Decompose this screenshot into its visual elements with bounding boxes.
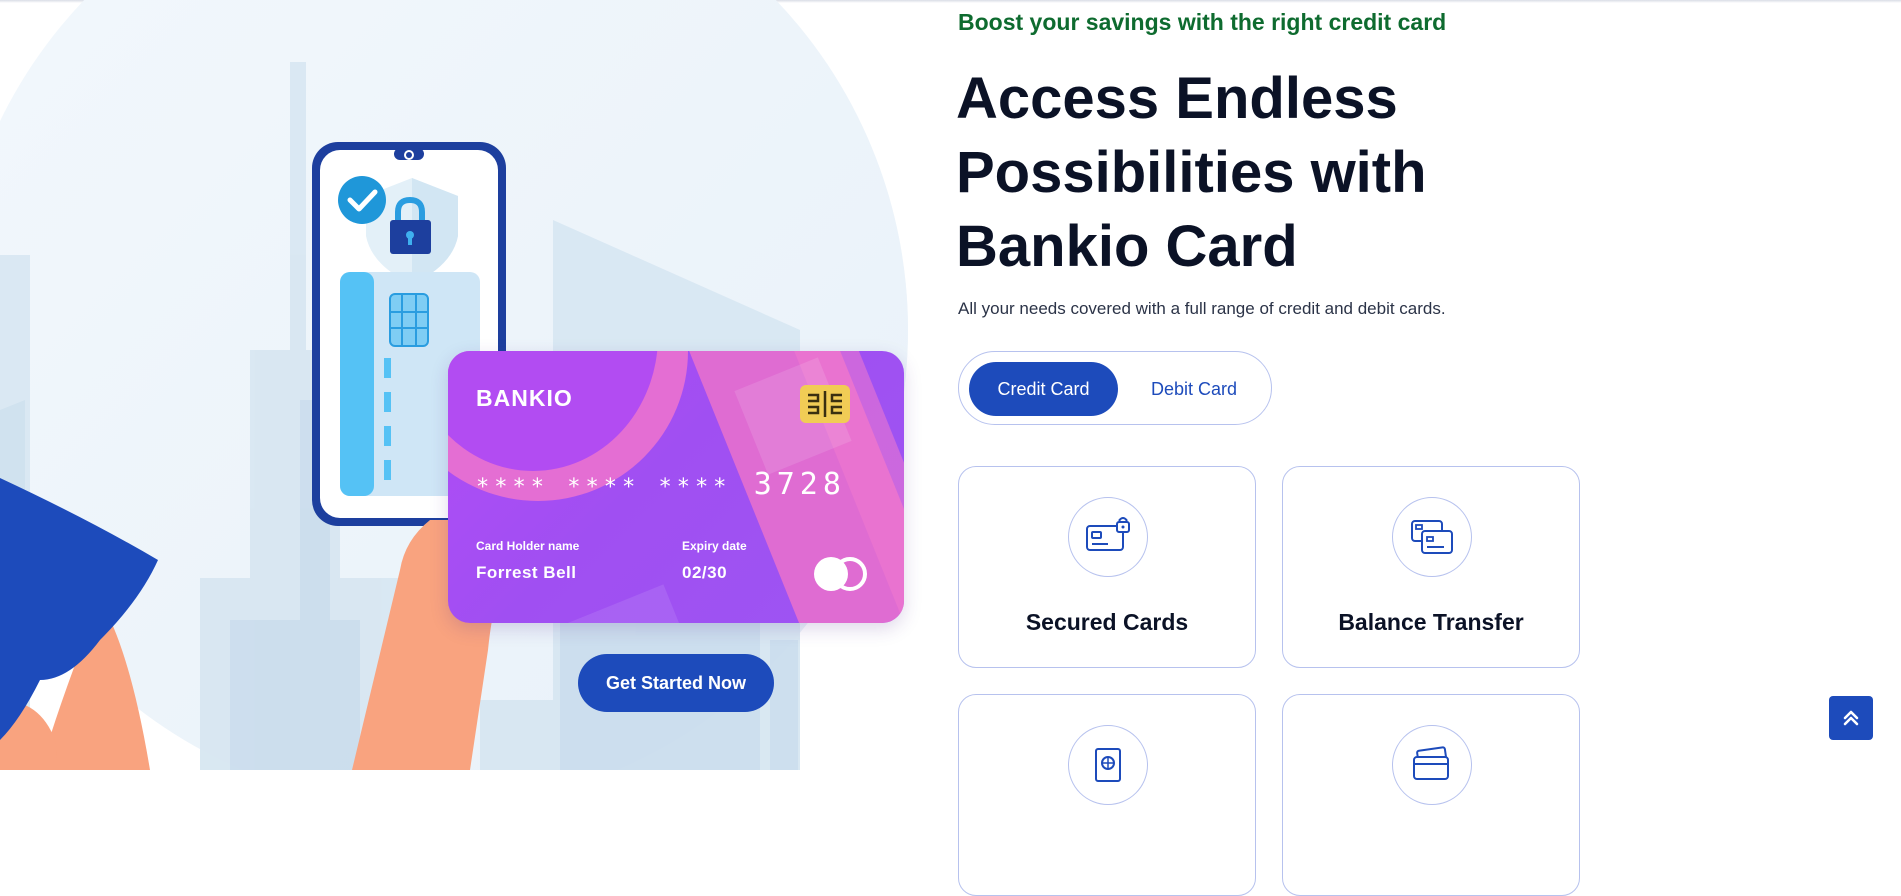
passport-card-icon [1068, 725, 1148, 805]
hero-illustration: BANKIO **** **** **** 3728 Card Holder n… [0, 0, 930, 770]
section-eyebrow: Boost your savings with the right credit… [958, 9, 1447, 35]
title-line-3: Bankio Card [956, 214, 1298, 279]
feature-card-secured-cards[interactable]: Secured Cards [958, 466, 1256, 668]
title-line-1: Access Endless [956, 66, 1398, 131]
card-type-toggle: Credit Card Debit Card [958, 351, 1272, 425]
double-chevron-up-icon [1843, 710, 1859, 726]
page-title: Access Endless Possibilities with Bankio… [956, 62, 1516, 284]
card-expiry-value: 02/30 [682, 563, 728, 582]
feature-title: Secured Cards [1025, 609, 1189, 635]
card-brand: BANKIO [476, 385, 573, 411]
card-holder-name: Forrest Bell [476, 563, 577, 582]
get-started-button[interactable]: Get Started Now [578, 654, 774, 712]
scroll-to-top-button[interactable] [1829, 696, 1873, 740]
card-holder-label: Card Holder name [476, 539, 580, 553]
feature-card-3[interactable] [958, 694, 1256, 896]
stacked-cards-icon [1392, 725, 1472, 805]
feature-card-balance-transfer[interactable]: Balance Transfer [1282, 466, 1580, 668]
feature-card-4[interactable] [1282, 694, 1580, 896]
tab-debit-card[interactable]: Debit Card [1129, 362, 1259, 416]
page-subtitle: All your needs covered with a full range… [958, 299, 1446, 318]
credit-card-illustration: BANKIO **** **** **** 3728 Card Holder n… [448, 351, 904, 623]
balance-transfer-icon [1392, 497, 1472, 577]
card-number: **** **** **** 3728 [476, 467, 846, 502]
secured-card-icon [1068, 497, 1148, 577]
card-expiry-label: Expiry date [682, 539, 747, 553]
title-line-2: Possibilities with [956, 140, 1427, 205]
card-number-masked: **** **** **** [476, 475, 732, 500]
tab-credit-card[interactable]: Credit Card [969, 362, 1118, 416]
card-number-last: 3728 [753, 467, 846, 502]
feature-title: Balance Transfer [1338, 609, 1524, 635]
card-chip-icon [800, 385, 850, 423]
